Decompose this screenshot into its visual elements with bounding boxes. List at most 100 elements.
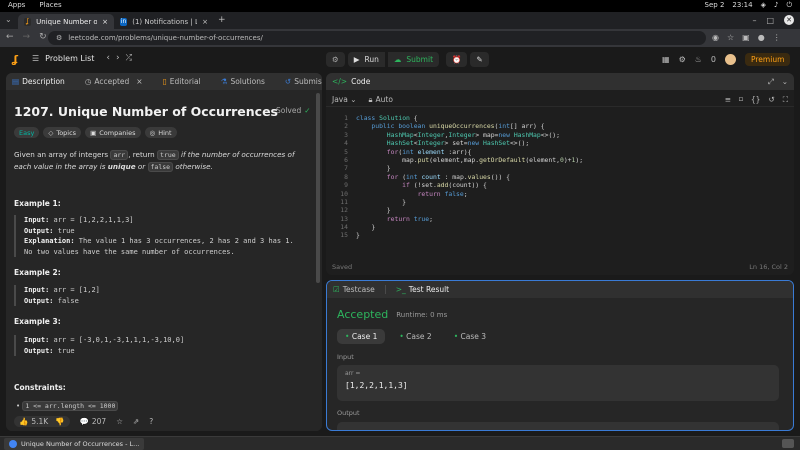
extensions-icon[interactable]: ▣ [742,33,750,42]
input-label: Input: [24,216,50,224]
places-menu[interactable]: Places [39,1,61,9]
hint-chip[interactable]: ◎ Hint [144,127,177,138]
back-icon[interactable]: ← [6,32,14,42]
taskbar-window-title: Unique Number of Occurrences - L... [21,440,140,448]
streak-fire-icon[interactable]: ♨ [695,55,702,64]
note-icon[interactable]: ✎ [470,52,489,67]
tab-solutions[interactable]: ⚗ Solutions [221,77,265,86]
tab-testcase[interactable]: ☑ Testcase [333,285,375,294]
network-icon[interactable]: ◈ [761,1,766,10]
bookmark-icon[interactable]: ⌑ [739,95,743,104]
case-tab-2[interactable]: • Case 2 [391,329,439,344]
example-output: false [57,296,79,305]
tab-title: (1) Notifications | LinkedIn [132,17,198,26]
extension-icon[interactable]: ◉ [712,33,719,42]
tab-description[interactable]: ▤ Description [12,77,65,86]
problem-list-link[interactable]: Problem List [45,54,94,63]
more-options-icon[interactable]: ⌄ [782,77,788,86]
tab-search-icon[interactable]: ⌄ [5,15,12,24]
browser-menu-icon[interactable]: ⋮ [773,33,781,42]
input-label: Input: [24,286,50,294]
run-button[interactable]: ▶ Run [347,52,385,67]
case-tab-3[interactable]: • Case 3 [446,329,494,344]
scrollbar-thumb[interactable] [316,93,320,283]
topics-chip[interactable]: ◇ Topics [43,127,82,138]
problem-title[interactable]: 1207. Unique Number of Occurrences [14,104,278,119]
debug-button[interactable]: ⚙ [326,52,345,67]
statement-emphasis: unique [107,162,136,171]
leetcode-header: ʆ ☰ Problem List ‹ › ⤮ ⚙ ▶ Run ☁ Submit … [0,49,800,71]
layout-icon[interactable]: ▦ [662,55,670,64]
tab-test-result[interactable]: >_ Test Result [396,285,449,294]
browser-tab-leetcode[interactable]: ʆ Unique Number of Occurrences × [18,14,114,29]
address-bar[interactable]: ⚙ leetcode.com/problems/unique-number-of… [48,31,706,45]
comments-button[interactable]: 💬 207 [80,417,107,426]
favorite-star-icon[interactable]: ☆ [116,417,123,426]
tab-accepted[interactable]: ◷ Accepted × [85,77,143,86]
bookmark-star-icon[interactable]: ☆ [727,33,734,42]
lock-icon: ▣ [90,128,97,137]
close-tab-icon[interactable]: × [136,77,142,86]
code-editor[interactable]: class Solution { public boolean uniqueOc… [356,114,583,240]
auto-mode-toggle[interactable]: 🔒︎ Auto [369,95,393,105]
like-button[interactable]: 👍 5.1K 👎 [14,415,70,427]
browser-tab-linkedin[interactable]: in (1) Notifications | LinkedIn × [114,14,214,29]
taskbar-window-item[interactable]: Unique Number of Occurrences - L... [4,438,145,450]
tab-test-result-label: Test Result [408,285,450,294]
forward-icon[interactable]: → [23,32,31,42]
minimize-icon[interactable]: – [752,16,756,25]
next-problem-icon[interactable]: › [116,53,120,63]
help-icon[interactable]: ? [149,417,153,426]
inline-code: arr [110,150,129,160]
volume-icon[interactable]: ♪ [774,1,778,10]
case-label: Case 3 [460,332,487,341]
history-icon: ◷ [84,77,92,86]
companies-chip[interactable]: ▣ Companies [85,127,141,138]
expand-icon[interactable]: ⤢ [768,77,774,87]
test-result-panel: ☑ Testcase >_ Test Result Accepted Runti… [326,280,794,431]
language-label: Java [332,95,348,104]
avatar[interactable] [725,54,736,65]
tab-editorial[interactable]: ▯ Editorial [163,77,201,86]
workspace-indicator[interactable] [782,439,794,448]
code-panel: </> Code ⤢ ⌄ Java ⌄ 🔒︎ Auto ≡ ⌑ {} ↺ ⛶ 1… [326,73,794,275]
close-tab-icon[interactable]: × [102,18,108,26]
submit-label: Submit [406,55,434,64]
tab-submissions[interactable]: ↺ Submissions [285,77,322,86]
braces-icon[interactable]: {} [751,95,761,104]
output-section-label: Output [337,409,360,417]
line-number: 8 [344,172,348,181]
case-label: Case 1 [351,332,378,341]
submit-button[interactable]: ☁ Submit [387,52,440,67]
case-tab-1[interactable]: • Case 1 [337,329,386,344]
thumbs-down-icon[interactable]: 👎 [55,417,64,426]
shuffle-icon[interactable]: ⤮ [126,53,132,63]
browser-toolbar: ← → ↻ ⚙ leetcode.com/problems/unique-num… [0,29,800,47]
close-tab-icon[interactable]: × [202,18,208,26]
leetcode-logo[interactable]: ʆ [12,53,18,66]
profile-icon[interactable]: ● [758,33,765,42]
new-tab-button[interactable]: + [218,15,226,25]
input-value-box: arr = [1,2,2,1,1,3] [337,365,779,401]
power-icon[interactable]: ⏻ [786,1,792,10]
language-select[interactable]: Java ⌄ [332,95,357,104]
reload-icon[interactable]: ↻ [39,32,47,42]
alarm-icon[interactable]: ⏰ [446,52,468,67]
close-window-icon[interactable]: ✕ [784,15,794,25]
apps-menu[interactable]: Apps [8,1,25,9]
fullscreen-icon[interactable]: ⛶ [783,95,788,105]
maximize-icon[interactable]: □ [766,16,774,25]
format-icon[interactable]: ≡ [725,95,731,104]
topics-label: Topics [56,128,77,137]
url-text[interactable]: leetcode.com/problems/unique-number-of-o… [68,34,263,42]
statement-text: , return [128,150,158,159]
difficulty-chip[interactable]: Easy [14,127,40,138]
clock-time[interactable]: 23:14 [732,1,752,10]
reset-icon[interactable]: ↺ [768,95,774,104]
code-title: Code [351,77,371,86]
site-info-icon[interactable]: ⚙ [56,34,62,42]
premium-button[interactable]: Premium [745,53,791,66]
share-icon[interactable]: ⇗ [133,417,139,426]
settings-gear-icon[interactable]: ⚙ [679,55,686,64]
prev-problem-icon[interactable]: ‹ [106,53,110,63]
